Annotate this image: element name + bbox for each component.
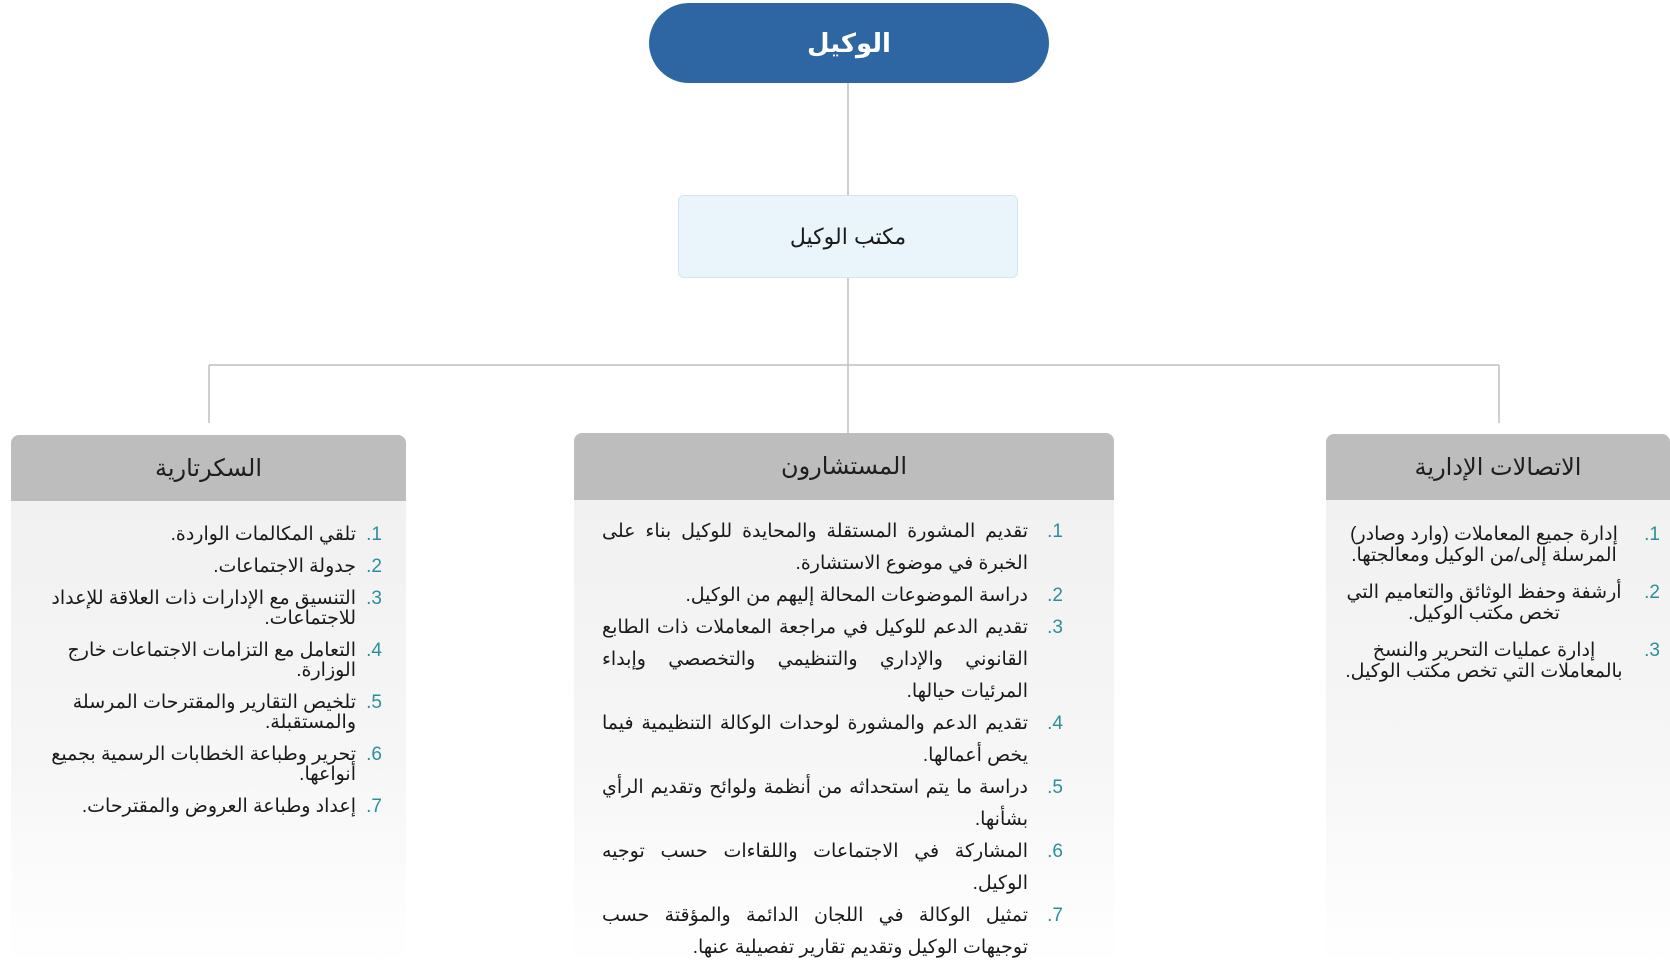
task-text: تحرير وطباعة الخطابات الرسمية بجميع أنوا… xyxy=(51,744,356,785)
branch-body-secretariat: 1. تلقي المكالمات الواردة. 2. جدولة الاجتم… xyxy=(11,501,406,966)
task-number: 4. xyxy=(1047,713,1063,734)
task-number: 3. xyxy=(366,588,382,609)
task-number: 2. xyxy=(1644,582,1660,603)
task-number: 2. xyxy=(366,556,382,577)
task-item: 7. إعداد وطباعة العروض والمقترحات. xyxy=(27,797,382,817)
task-item: 5. تلخيص التقارير والمقترحات المرسلة والم… xyxy=(27,693,382,733)
task-number: 4. xyxy=(366,640,382,661)
task-item: 2. جدولة الاجتماعات. xyxy=(27,557,382,577)
branch-title: الاتصالات الإدارية xyxy=(1414,453,1582,481)
branch-body-advisors: 1. تقديم المشورة المستقلة والمحايدة للوكي… xyxy=(574,500,1114,966)
task-text: جدولة الاجتماعات. xyxy=(213,556,356,577)
task-text: إعداد وطباعة العروض والمقترحات. xyxy=(81,796,356,817)
task-item: 3. تقديم الدعم للوكيل في مراجعة المعاملات… xyxy=(602,612,1082,708)
task-text: إدارة عمليات التحرير والنسخ بالمعاملات ا… xyxy=(1345,640,1623,682)
task-number: 5. xyxy=(366,692,382,713)
task-item: 1. تلقي المكالمات الواردة. xyxy=(27,525,382,545)
task-number: 7. xyxy=(1047,905,1063,926)
task-item: 1. إدارة جميع المعاملات (وارد وصادر) المر… xyxy=(1332,524,1660,566)
office-node: مكتب الوكيل xyxy=(678,195,1018,278)
branch-title: المستشارون xyxy=(780,453,908,480)
top-node-agent: الوكيل xyxy=(649,3,1049,83)
branch-header-admin-communications: الاتصالات الإدارية xyxy=(1326,434,1670,500)
task-text: المشاركة في الاجتماعات واللقاءات حسب توج… xyxy=(602,841,1028,894)
task-item: 2. دراسة الموضوعات المحالة إليهم من الوكي… xyxy=(602,580,1082,612)
task-item: 1. تقديم المشورة المستقلة والمحايدة للوكي… xyxy=(602,516,1082,580)
task-item: 3. إدارة عمليات التحرير والنسخ بالمعاملات… xyxy=(1332,640,1660,682)
branch-body-admin-communications: 1. إدارة جميع المعاملات (وارد وصادر) المر… xyxy=(1326,500,1670,966)
task-list: 1. تقديم المشورة المستقلة والمحايدة للوكي… xyxy=(574,500,1114,964)
task-text: تقديم المشورة المستقلة والمحايدة للوكيل … xyxy=(602,521,1028,574)
task-item: 3. التنسيق مع الإدارات ذات العلاقة للإعدا… xyxy=(27,589,382,629)
task-number: 1. xyxy=(1644,524,1660,545)
task-number: 3. xyxy=(1644,640,1660,661)
top-node-title: الوكيل xyxy=(807,27,891,58)
task-text: دراسة ما يتم استحداثه من أنظمة ولوائح وت… xyxy=(602,777,1028,830)
branch-header-secretariat: السكرتارية xyxy=(11,435,406,501)
task-number: 5. xyxy=(1047,777,1063,798)
task-number: 7. xyxy=(366,796,382,817)
task-text: التنسيق مع الإدارات ذات العلاقة للإعداد … xyxy=(51,588,356,629)
branch-header-advisors: المستشارون xyxy=(574,433,1114,500)
task-number: 2. xyxy=(1047,585,1063,606)
task-item: 7. تمثيل الوكالة في اللجان الدائمة والمؤق… xyxy=(602,900,1082,964)
task-item: 2. أرشفة وحفظ الوثائق والتعاميم التي تخص … xyxy=(1332,582,1660,624)
task-item: 6. تحرير وطباعة الخطابات الرسمية بجميع أن… xyxy=(27,745,382,785)
task-item: 4. تقديم الدعم والمشورة لوحدات الوكالة ال… xyxy=(602,708,1082,772)
task-number: 3. xyxy=(1047,617,1063,638)
task-text: تلخيص التقارير والمقترحات المرسلة والمست… xyxy=(72,692,356,733)
task-number: 6. xyxy=(1047,841,1063,862)
task-number: 1. xyxy=(1047,521,1063,542)
task-item: 6. المشاركة في الاجتماعات واللقاءات حسب ت… xyxy=(602,836,1082,900)
task-text: دراسة الموضوعات المحالة إليهم من الوكيل. xyxy=(685,585,1028,606)
task-text: إدارة جميع المعاملات (وارد وصادر) المرسل… xyxy=(1350,524,1618,566)
branch-title: السكرتارية xyxy=(154,454,262,482)
task-item: 4. التعامل مع التزامات الاجتماعات خارج ال… xyxy=(27,640,383,681)
office-node-title: مكتب الوكيل xyxy=(789,223,907,249)
task-list: 1. إدارة جميع المعاملات (وارد وصادر) المر… xyxy=(1326,500,1670,682)
task-text: أرشفة وحفظ الوثائق والتعاميم التي تخص مك… xyxy=(1346,582,1622,624)
task-text: تقديم الدعم للوكيل في مراجعة المعاملات ذ… xyxy=(602,617,1028,702)
task-list: 1. تلقي المكالمات الواردة. 2. جدولة الاجتم… xyxy=(11,501,406,817)
task-number: 1. xyxy=(366,524,382,545)
task-text: تقديم الدعم والمشورة لوحدات الوكالة التن… xyxy=(602,713,1028,766)
task-number: 6. xyxy=(366,744,382,765)
task-text: تلقي المكالمات الواردة. xyxy=(170,524,356,545)
task-text: التعامل مع التزامات الاجتماعات خارج الوز… xyxy=(67,640,357,681)
task-item: 5. دراسة ما يتم استحداثه من أنظمة ولوائح … xyxy=(602,772,1082,836)
task-text: تمثيل الوكالة في اللجان الدائمة والمؤقتة… xyxy=(602,905,1028,958)
